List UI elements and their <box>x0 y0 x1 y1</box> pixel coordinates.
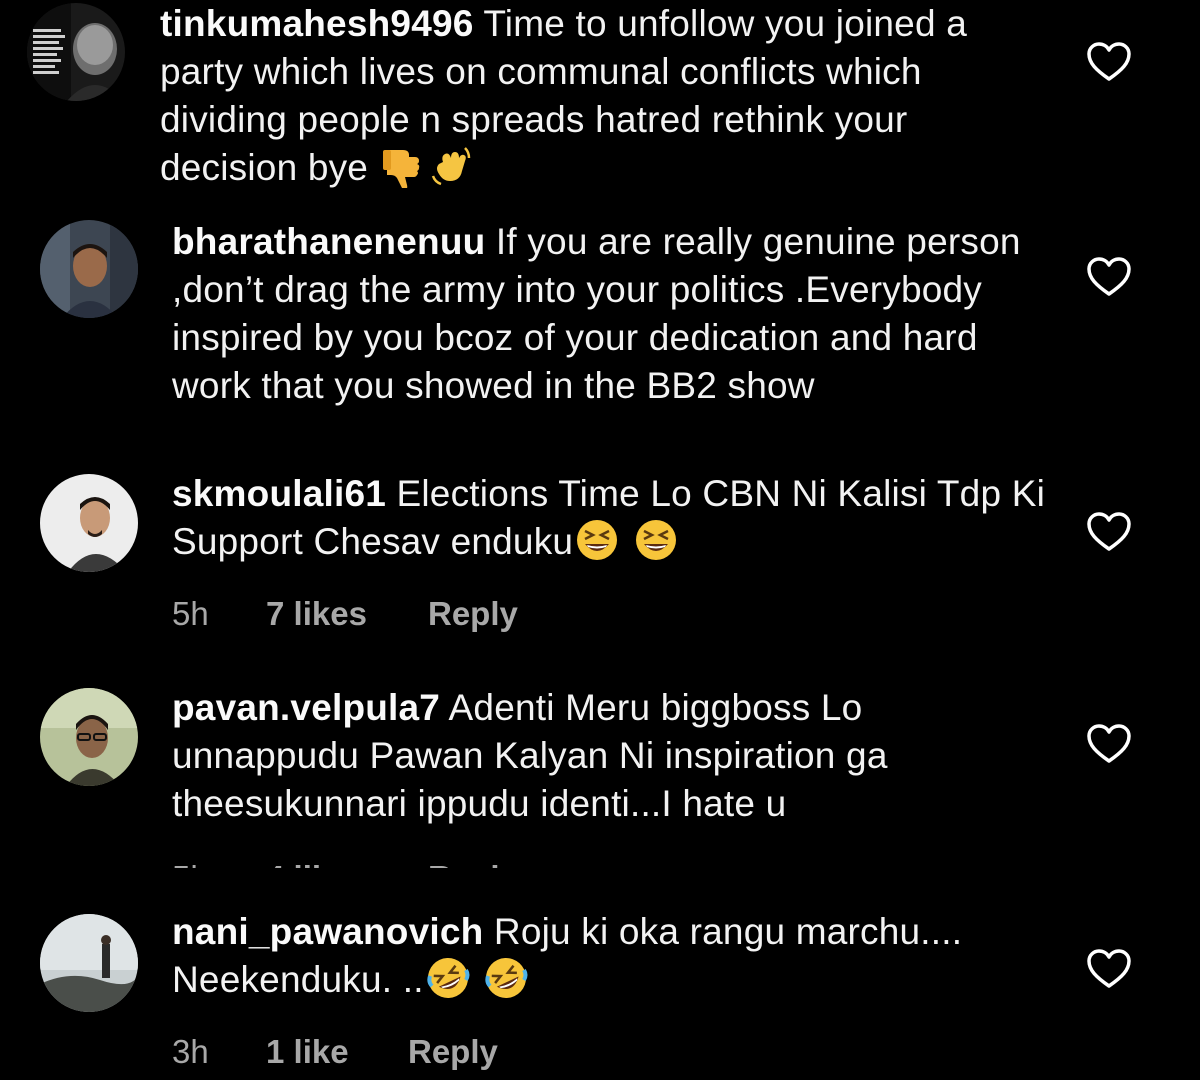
grinning-squinting-face-icon <box>634 518 678 562</box>
comment-username[interactable]: pavan.velpula7 <box>172 687 440 728</box>
reply-button[interactable]: Reply <box>408 1030 498 1074</box>
avatar-image <box>40 220 138 318</box>
rolling-on-floor-laughing-icon <box>426 956 470 1000</box>
avatar-image <box>40 688 138 786</box>
comment-likes[interactable]: 4 likes <box>266 856 367 868</box>
avatar[interactable] <box>40 688 138 786</box>
comment-meta: 5h 4 likes Reply <box>172 856 672 868</box>
avatar[interactable] <box>40 220 138 318</box>
comment-meta: 3h 1 like Reply <box>172 1030 672 1074</box>
comment-time: 5h <box>172 595 209 632</box>
comment-username[interactable]: tinkumahesh9496 <box>160 3 474 44</box>
comment-time: 3h <box>172 1033 209 1070</box>
avatar[interactable] <box>40 474 138 572</box>
comment-likes[interactable]: 1 like <box>266 1030 349 1074</box>
comment-likes[interactable]: 7 likes <box>266 592 367 636</box>
avatar[interactable] <box>27 3 125 101</box>
comment-username[interactable]: nani_pawanovich <box>172 911 483 952</box>
comment-username[interactable]: skmoulali61 <box>172 473 386 514</box>
like-heart-icon[interactable] <box>1086 949 1132 989</box>
comment-text: nani_pawanovich Roju ki oka rangu marchu… <box>172 908 1052 1004</box>
comment-text: bharathanenenuu If you are really genuin… <box>172 218 1052 430</box>
avatar-image <box>40 474 138 572</box>
comment-text: skmoulali61 Elections Time Lo CBN Ni Kal… <box>172 470 1052 566</box>
thumbs-down-icon <box>381 144 425 188</box>
grinning-squinting-face-icon <box>575 518 619 562</box>
reply-button[interactable]: Reply <box>428 592 518 636</box>
like-heart-icon[interactable] <box>1086 42 1132 82</box>
like-heart-icon[interactable] <box>1086 512 1132 552</box>
avatar[interactable] <box>40 914 138 1012</box>
waving-hand-icon <box>429 144 473 188</box>
rolling-on-floor-laughing-icon <box>484 956 528 1000</box>
like-heart-icon[interactable] <box>1086 724 1132 764</box>
comment-time: 5h <box>172 856 209 868</box>
comment-username[interactable]: bharathanenenuu <box>172 221 485 262</box>
comment-meta: 5h 7 likes Reply <box>172 592 672 636</box>
like-heart-icon[interactable] <box>1086 257 1132 297</box>
comment-text: pavan.velpula7 Adenti Meru biggboss Lo u… <box>172 684 1052 828</box>
avatar-image <box>27 3 125 101</box>
comment-text: tinkumahesh9496 Time to unfollow you joi… <box>160 0 1040 192</box>
reply-button[interactable]: Reply <box>428 856 518 868</box>
avatar-image <box>40 914 138 1012</box>
